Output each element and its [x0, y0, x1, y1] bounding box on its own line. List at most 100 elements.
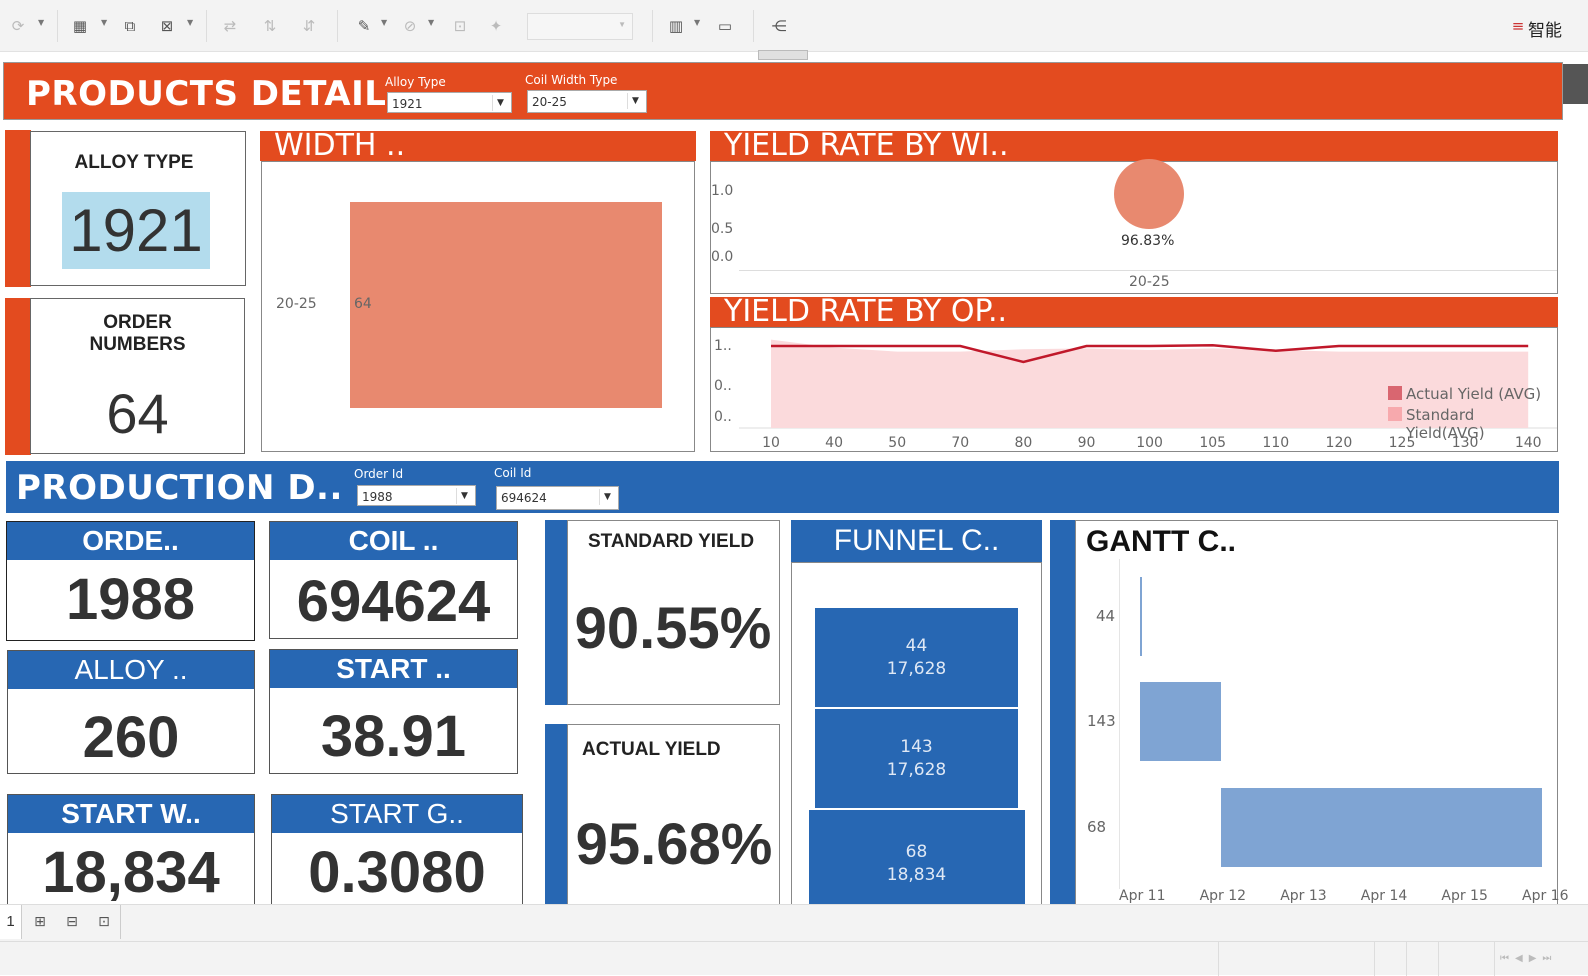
x-tick-label: 70	[951, 435, 969, 451]
gantt-row-label: 68	[1087, 818, 1107, 836]
chevron-down-icon: ▼	[599, 489, 615, 505]
coil-id-filter-label: Coil Id	[494, 466, 532, 480]
x-tick-label: 120	[1326, 435, 1353, 451]
actual-yield-label: ACTUAL YIELD	[582, 739, 721, 760]
chevron-down-icon: ▼	[627, 93, 643, 109]
fit-select[interactable]: ▼	[527, 13, 633, 40]
order-numbers-value: 64	[106, 382, 169, 445]
new-worksheet-icon[interactable]: ▦	[68, 14, 92, 38]
funnel-segment[interactable]: 68 18,834	[808, 810, 1025, 905]
coil-width-filter-select[interactable]: 20-25 ▼	[527, 90, 647, 113]
order-numbers-card: ORDER NUMBERS 64	[30, 298, 245, 454]
sort-asc-icon[interactable]: ⇅	[258, 14, 282, 38]
gantt-date-label: Apr 11	[1119, 888, 1166, 904]
pin-icon[interactable]: ✦	[484, 14, 508, 38]
x-tick-label: 80	[1014, 435, 1032, 451]
order-id-filter-label: Order Id	[354, 467, 404, 481]
smart-icon: ≡	[1511, 17, 1525, 35]
refresh-icon[interactable]: ⟳	[6, 14, 30, 38]
yield-width-point-label: 96.83%	[1121, 233, 1175, 249]
width-category-label: 20-25	[276, 296, 317, 312]
width-chart-header: WIDTH ..	[260, 131, 696, 161]
side-scroll[interactable]	[1563, 64, 1588, 104]
coil-kpi-value: 694624	[296, 569, 491, 634]
coil-kpi-card: COIL .. 694624	[269, 521, 518, 639]
alloy-card-accent	[5, 130, 31, 287]
x-tick-label: 105	[1199, 435, 1226, 451]
sheet-nav-icons[interactable]: ⏮◀▶⏭	[1500, 953, 1557, 964]
show-me-icon[interactable]: ▥	[664, 14, 688, 38]
width-bar[interactable]	[350, 202, 662, 408]
resize-handle[interactable]	[758, 50, 808, 60]
yield-width-point[interactable]	[1114, 159, 1184, 230]
axis-line	[739, 270, 1557, 271]
production-title: PRODUCTION D..	[16, 468, 343, 508]
x-tick-label: 40	[825, 435, 843, 451]
chevron-down-icon: ▼	[492, 95, 508, 111]
y-tick: 0.5	[711, 221, 734, 237]
gantt-date-label: Apr 13	[1280, 888, 1327, 904]
alloy-type-value[interactable]: 1921	[62, 192, 210, 269]
funnel-value: 18,834	[886, 865, 947, 885]
label-icon[interactable]: ⊡	[448, 14, 472, 38]
coil-id-filter-select[interactable]: 694624 ▼	[496, 486, 619, 510]
alloy-kpi-value: 260	[82, 705, 180, 770]
start-w-kpi-value: 18,834	[42, 840, 220, 905]
production-header: PRODUCTION D.. Order Id 1988 ▼ Coil Id 69…	[6, 461, 1559, 513]
x-tick-label: 50	[888, 435, 906, 451]
y-tick: 1.0	[711, 183, 734, 199]
new-story-icon[interactable]: ⊡	[92, 910, 116, 934]
sheet-tab-1[interactable]: 1	[0, 905, 22, 939]
duplicate-icon[interactable]: ⧉	[118, 14, 142, 38]
start-g-kpi-label: START G..	[272, 795, 522, 833]
actual-yield-card: ACTUAL YIELD 95.68%	[567, 724, 780, 904]
smart-label[interactable]: 智能	[1528, 16, 1562, 41]
funnel-value: 17,628	[886, 760, 947, 780]
funnel-segment[interactable]: 143 17,628	[815, 709, 1018, 808]
funnel-header: FUNNEL C..	[791, 520, 1042, 562]
coil-kpi-label: COIL ..	[270, 522, 517, 560]
funnel-value: 17,628	[886, 659, 947, 679]
gantt-bar[interactable]	[1140, 682, 1221, 761]
products-title: PRODUCTS DETAIL	[26, 74, 387, 114]
funnel-label: 143	[900, 737, 933, 757]
order-numbers-label: ORDER NUMBERS	[89, 312, 186, 355]
alloy-filter-select[interactable]: 1921 ▼	[387, 92, 512, 113]
new-dashboard-icon[interactable]: ⊟	[60, 910, 84, 934]
chevron-down-icon: ▼	[456, 488, 472, 504]
share-icon[interactable]: ⋲	[767, 14, 791, 38]
gantt-y-axis	[1119, 559, 1120, 889]
status-divider	[0, 941, 1588, 942]
order-id-filter-select[interactable]: 1988 ▼	[357, 485, 476, 506]
order-kpi-card: ORDE.. 1988	[6, 521, 255, 641]
funnel-label: 68	[905, 842, 928, 862]
actual-yield-value: 95.68%	[575, 812, 773, 877]
gantt-bar[interactable]	[1220, 788, 1542, 867]
alloy-type-card: ALLOY TYPE 1921	[30, 131, 246, 286]
start-g-kpi-value: 0.3080	[308, 840, 486, 905]
yield-width-chart: 1.0 0.5 0.0 96.83% 20-25	[710, 159, 1558, 294]
swap-icon[interactable]: ⇄	[218, 14, 242, 38]
gantt-row-label: 44	[1096, 607, 1116, 625]
clear-sheet-icon[interactable]: ⊠	[155, 14, 179, 38]
alloy-kpi-label: ALLOY ..	[8, 651, 254, 689]
width-chart: 20-25 64	[261, 161, 695, 452]
legend-actual: Actual Yield (AVG)	[1406, 385, 1542, 403]
start-w-kpi-label: START W..	[8, 795, 254, 833]
group-icon[interactable]: ⊘	[398, 14, 422, 38]
funnel-segment[interactable]: 44 17,628	[815, 608, 1018, 707]
highlight-icon[interactable]: ✎	[352, 14, 376, 38]
order-kpi-label: ORDE..	[7, 522, 254, 560]
gantt-bar[interactable]	[1140, 577, 1142, 656]
order-kpi-value: 1988	[65, 567, 196, 632]
gantt-date-label: Apr 14	[1360, 888, 1408, 904]
funnel-plot: 44 17,628 143 17,628 68 18,834	[792, 563, 1041, 905]
sort-desc-icon[interactable]: ⇵	[297, 14, 321, 38]
legend-swatch-standard	[1388, 407, 1402, 421]
gantt-date-label: Apr 16	[1522, 888, 1569, 904]
new-worksheet-icon[interactable]: ⊞	[28, 910, 52, 934]
presentation-icon[interactable]: ▭	[713, 14, 737, 38]
status-sep	[1494, 941, 1495, 976]
coil-width-filter-label: Coil Width Type	[525, 73, 618, 87]
yield-op-title: YIELD RATE BY OP..	[724, 294, 1008, 329]
